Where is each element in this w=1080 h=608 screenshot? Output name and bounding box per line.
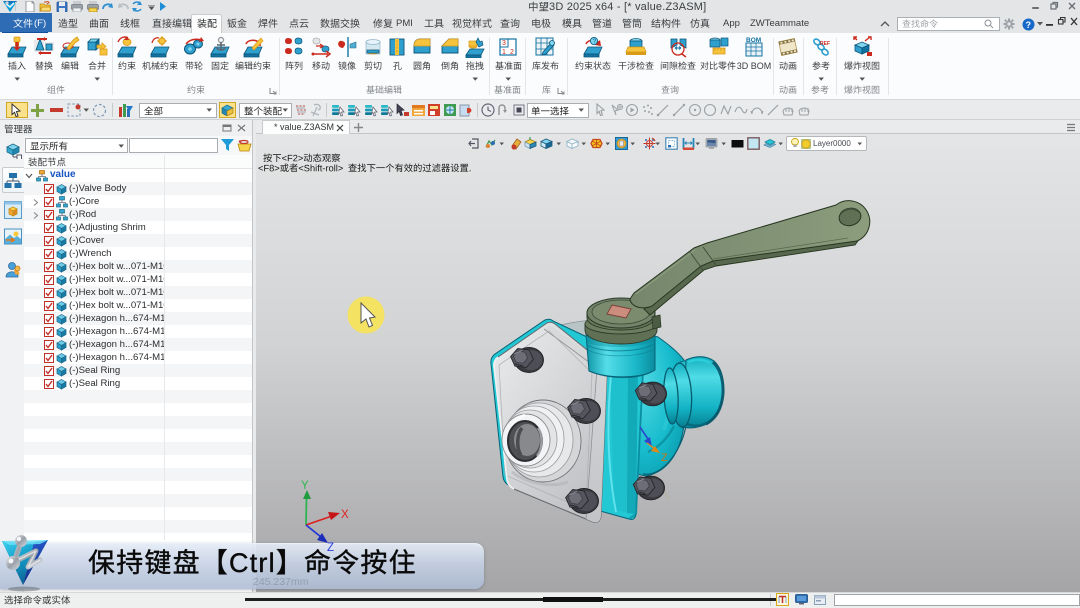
svg-text:3: 3	[502, 40, 506, 47]
svg-text:REF: REF	[820, 41, 830, 47]
svg-text:Z: Z	[661, 452, 668, 464]
svg-text:?: ?	[592, 39, 596, 46]
svg-text:Y: Y	[301, 480, 309, 492]
svg-text:X: X	[341, 509, 349, 521]
svg-text:BOM: BOM	[746, 37, 761, 44]
svg-text:2: 2	[510, 49, 514, 56]
svg-text:1: 1	[502, 49, 506, 56]
svg-text:Z: Z	[327, 542, 334, 554]
svg-text:?: ?	[1026, 20, 1032, 30]
